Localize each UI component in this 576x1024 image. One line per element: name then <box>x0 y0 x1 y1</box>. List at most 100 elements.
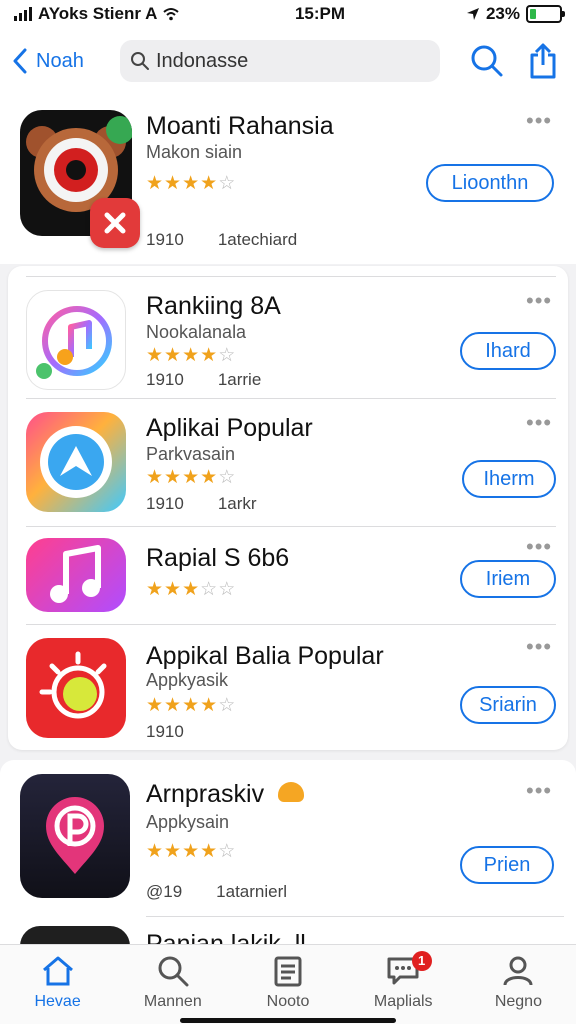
app-title: Moanti Rahansia <box>146 112 334 140</box>
divider <box>26 526 556 527</box>
battery-icon <box>526 5 565 23</box>
location-arrow-icon <box>466 8 479 20</box>
status-bar: AYoks Stienr A 15:PM 23% <box>0 0 576 28</box>
star-filled-icon: ★ <box>146 579 165 600</box>
star-empty-icon: ☆ <box>200 579 219 600</box>
emoji-icon <box>278 782 304 802</box>
star-filled-icon: ★ <box>164 345 183 366</box>
app-title: Appikal Balia Popular <box>146 642 384 670</box>
star-filled-icon: ★ <box>146 173 165 194</box>
app-subtitle: Appkyasik <box>146 670 229 690</box>
app-meta: 1910 1arkr <box>146 494 257 513</box>
next-app-icon-partial <box>20 926 130 946</box>
star-empty-icon: ☆ <box>218 841 237 862</box>
divider <box>26 276 556 277</box>
rating-stars: ★★★★☆ <box>146 344 236 367</box>
star-empty-icon: ☆ <box>218 579 237 600</box>
divider <box>26 624 556 625</box>
wifi-icon <box>163 8 180 21</box>
star-filled-icon: ★ <box>182 841 201 862</box>
notification-badge: 1 <box>411 951 432 971</box>
app-subtitle: Makon siain <box>146 142 243 162</box>
list-item[interactable]: Rankiing 8A Nookalanala ★★★★☆ 1910 1arrie… <box>8 280 568 400</box>
star-filled-icon: ★ <box>164 579 183 600</box>
star-filled-icon: ★ <box>164 467 183 488</box>
search-input[interactable] <box>156 49 416 73</box>
rating-stars: ★★★★☆ <box>146 466 236 489</box>
star-filled-icon: ★ <box>182 173 201 194</box>
share-button[interactable] <box>528 43 558 79</box>
app-title: Aplikai Popular <box>146 414 313 442</box>
divider <box>146 916 564 917</box>
tab-search[interactable]: Mannen <box>115 945 230 1024</box>
get-button[interactable]: Ihard <box>460 332 556 370</box>
ranking-card: Rankiing 8A Nookalanala ★★★★☆ 1910 1arrie… <box>8 266 568 750</box>
star-filled-icon: ★ <box>200 841 219 862</box>
more-options-button[interactable]: ••• <box>526 288 552 314</box>
more-options-button[interactable]: ••• <box>526 410 552 436</box>
get-button[interactable]: Sriarin <box>460 686 556 724</box>
app-title: Arnpraskiv <box>146 780 265 808</box>
app-badge-icon <box>90 198 140 248</box>
tab-profile[interactable]: Negno <box>461 945 576 1024</box>
star-filled-icon: ★ <box>146 695 165 716</box>
star-empty-icon: ☆ <box>218 695 237 716</box>
app-subtitle: Nookalanala <box>146 322 247 342</box>
app-icon-music <box>26 538 126 612</box>
tab-label: Maplials <box>373 993 433 1010</box>
app-meta: 1910 <box>146 722 184 741</box>
get-button[interactable]: Iherm <box>462 460 556 498</box>
tab-messages[interactable]: Maplials 1 <box>346 945 461 1024</box>
get-button[interactable]: Prien <box>460 846 554 884</box>
star-filled-icon: ★ <box>182 467 201 488</box>
rating-stars: ★★★☆☆ <box>146 578 236 601</box>
compass-icon <box>40 426 112 498</box>
tab-clipboard[interactable]: Nooto <box>230 945 345 1024</box>
featured-app[interactable]: Moanti Rahansia Makon siain ★★★★☆ 1910 1a… <box>0 94 576 264</box>
home-indicator <box>180 1018 396 1023</box>
tab-label: Mannen <box>143 993 202 1010</box>
star-filled-icon: ★ <box>200 345 219 366</box>
star-filled-icon: ★ <box>164 695 183 716</box>
star-empty-icon: ☆ <box>218 173 237 194</box>
app-meta: @19 1atarnierl <box>146 882 288 901</box>
app-title: Rapial S 6b6 <box>146 544 290 572</box>
search-field[interactable] <box>120 40 440 82</box>
star-filled-icon: ★ <box>146 345 165 366</box>
tab-home[interactable]: Hevae <box>0 945 115 1024</box>
star-filled-icon: ★ <box>200 467 219 488</box>
more-options-button[interactable]: ••• <box>526 778 552 804</box>
app-title: Rankiing 8A <box>146 292 281 320</box>
featured-app-2[interactable]: Arnpraskiv Appkysain ★★★★☆ @19 1atarnierl… <box>0 760 576 946</box>
divider <box>26 398 556 399</box>
app-icon-sun <box>26 638 126 738</box>
app-icon-music-note <box>26 290 126 390</box>
star-filled-icon: ★ <box>164 173 183 194</box>
search-icon <box>158 956 189 987</box>
star-filled-icon: ★ <box>182 345 201 366</box>
more-options-button[interactable]: ••• <box>526 108 552 134</box>
list-item[interactable]: Appikal Balia Popular Appkyasik ★★★★☆ 19… <box>8 630 568 746</box>
battery-fill <box>530 9 537 19</box>
rating-stars: ★★★★☆ <box>146 172 236 195</box>
app-icon-pin <box>20 774 130 898</box>
get-button[interactable]: Lioonthn <box>426 164 554 202</box>
more-options-button[interactable]: ••• <box>526 634 552 660</box>
battery-percent: 23% <box>485 4 520 23</box>
star-empty-icon: ☆ <box>218 467 237 488</box>
list-item[interactable]: Rapial S 6b6 ★★★☆☆ ••• Iriem <box>8 532 568 624</box>
location-pin-icon <box>46 797 104 874</box>
list-item[interactable]: Aplikai Popular Parkvasain ★★★★☆ 1910 1ar… <box>8 404 568 524</box>
music-note-icon <box>50 545 101 603</box>
search-button[interactable] <box>470 44 504 78</box>
tab-label: Nooto <box>266 993 310 1010</box>
get-button[interactable]: Iriem <box>460 560 556 598</box>
more-options-button[interactable]: ••• <box>526 534 552 560</box>
star-filled-icon: ★ <box>182 579 201 600</box>
star-filled-icon: ★ <box>200 173 219 194</box>
back-label: Noah <box>36 49 84 72</box>
app-icon-compass <box>26 412 126 512</box>
carrier-label: AYoks Stienr A <box>38 4 158 23</box>
back-button[interactable]: Noah <box>12 48 112 74</box>
app-subtitle: Appkysain <box>146 812 230 832</box>
